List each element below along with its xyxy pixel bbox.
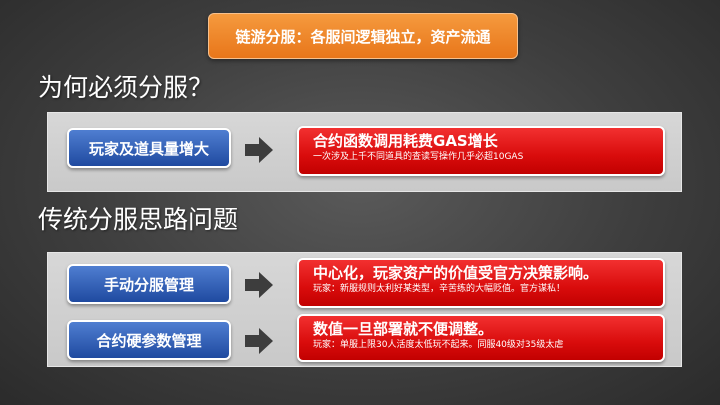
section2-row1-result-box: 中心化，玩家资产的价值受官方决策影响。 玩家：新服规则太利好某类型，辛苦练的大幅… <box>297 258 665 308</box>
section2-row2-label-box: 合约硬参数管理 <box>67 320 231 360</box>
section1-row1-headline: 合约函数调用耗费GAS增长 <box>313 132 498 150</box>
section2-row1-label: 手动分服管理 <box>103 275 194 294</box>
section2-row2-label: 合约硬参数管理 <box>96 331 202 350</box>
section1-row1-detail: 一次涉及上千不同道具的查读写操作几乎必超10GAS <box>313 152 524 162</box>
section2-panel: 手动分服管理 中心化，玩家资产的价值受官方决策影响。 玩家：新服规则太利好某类型… <box>47 252 682 367</box>
section1-panel: 玩家及道具量增大 合约函数调用耗费GAS增长 一次涉及上千不同道具的查读写操作几… <box>47 112 682 192</box>
section1-row1-label: 玩家及道具量增大 <box>88 139 209 158</box>
section2-row1-detail: 玩家：新服规则太利好某类型，辛苦练的大幅贬值。官方谋私！ <box>313 284 566 294</box>
section2-row2-headline: 数值一旦部署就不便调整。 <box>313 320 494 338</box>
section2-title: 传统分服思路问题 <box>38 205 239 234</box>
section2-row2-result-box: 数值一旦部署就不便调整。 玩家：单服上限30人活度太低玩不起来。同服40级对35… <box>297 314 665 362</box>
section2-row1-headline: 中心化，玩家资产的价值受官方决策影响。 <box>313 264 599 282</box>
right-arrow-icon <box>245 137 273 163</box>
top-banner: 链游分服：各服间逻辑独立，资产流通 <box>208 13 518 59</box>
section2-row1-label-box: 手动分服管理 <box>67 264 231 304</box>
section1-row1-label-box: 玩家及道具量增大 <box>67 128 231 168</box>
banner-text: 链游分服：各服间逻辑独立，资产流通 <box>235 27 491 46</box>
right-arrow-icon <box>245 272 273 298</box>
section2-row2-detail: 玩家：单服上限30人活度太低玩不起来。同服40级对35级太虐 <box>313 340 564 350</box>
right-arrow-icon <box>245 328 273 354</box>
section1-row1-result-box: 合约函数调用耗费GAS增长 一次涉及上千不同道具的查读写操作几乎必超10GAS <box>297 126 665 176</box>
section1-title: 为何必须分服？ <box>38 73 214 102</box>
